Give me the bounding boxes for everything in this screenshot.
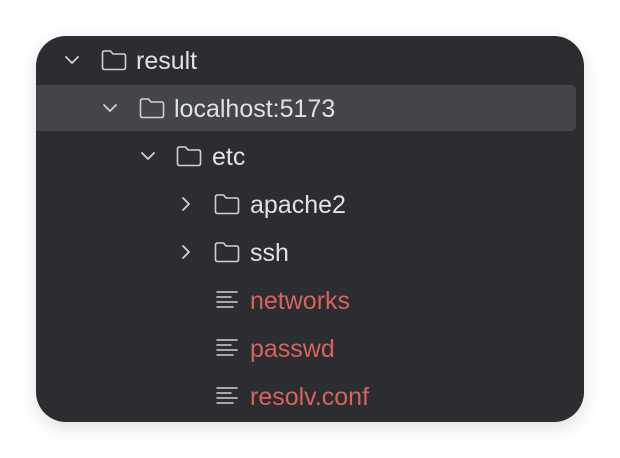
tree-item-label: etc	[212, 143, 246, 171]
tree-item-networks[interactable]: networks	[36, 277, 584, 325]
tree-item-localhost[interactable]: localhost:5173	[36, 85, 584, 133]
tree-item-label: apache2	[250, 191, 346, 219]
text-file-icon	[216, 339, 238, 356]
tree-item-ssh[interactable]: ssh	[36, 229, 584, 277]
tree-item-label: passwd	[250, 335, 335, 363]
folder-icon	[176, 146, 202, 167]
project-tree-panel: result localhost:5173 etc apache2 ssh ne…	[36, 36, 584, 422]
tree-item-resolv-conf[interactable]: resolv.conf	[36, 373, 584, 421]
tree-item-label: result	[136, 47, 198, 75]
chevron-down-icon[interactable]	[101, 99, 119, 117]
tree-item-apache2[interactable]: apache2	[36, 181, 584, 229]
folder-icon	[101, 50, 127, 71]
chevron-down-icon[interactable]	[63, 51, 81, 69]
tree-item-result[interactable]: result	[36, 37, 584, 85]
text-file-icon	[216, 387, 238, 404]
tree-item-label: networks	[250, 287, 351, 315]
chevron-right-icon[interactable]	[177, 243, 195, 261]
tree-item-label: ssh	[250, 239, 289, 267]
folder-icon	[214, 242, 240, 263]
tree-item-label: resolv.conf	[250, 383, 370, 411]
folder-icon	[139, 98, 165, 119]
tree-item-passwd[interactable]: passwd	[36, 325, 584, 373]
text-file-icon	[216, 291, 238, 308]
chevron-down-icon[interactable]	[139, 147, 157, 165]
tree-item-etc[interactable]: etc	[36, 133, 584, 181]
chevron-right-icon[interactable]	[177, 195, 195, 213]
folder-icon	[214, 194, 240, 215]
tree-item-label: localhost:5173	[174, 95, 336, 123]
